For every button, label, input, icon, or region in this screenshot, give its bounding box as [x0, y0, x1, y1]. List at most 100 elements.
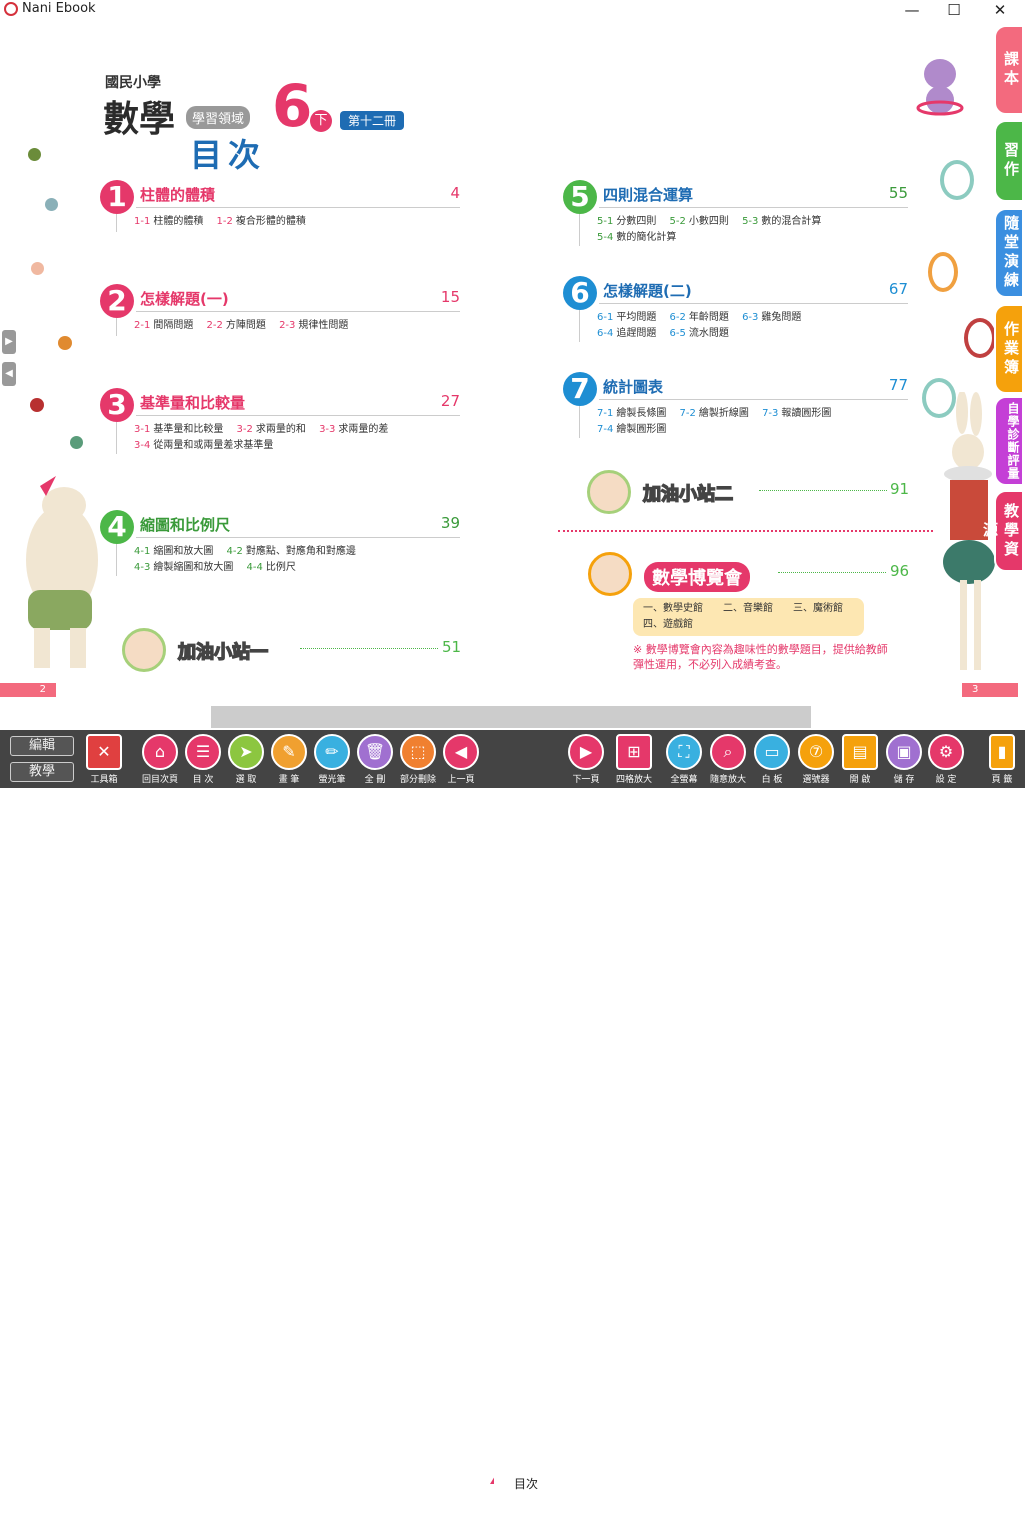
toc-heading: 目次	[190, 136, 267, 174]
folder-icon: ▤	[842, 734, 878, 770]
subsection[interactable]: 1-1 柱體的體積	[134, 214, 203, 230]
child-avatar-icon	[122, 628, 166, 672]
page-number-right: 3	[962, 683, 1018, 697]
chapter-rule	[136, 207, 460, 208]
grid-zoom-button[interactable]: ⊞ 四格放大	[614, 734, 654, 785]
settings-button[interactable]: ⚙ 設 定	[926, 734, 966, 785]
subsection[interactable]: 7-3 報讀圓形圖	[762, 406, 831, 422]
chapter-4[interactable]: 4 縮圖和比例尺 39 4-1 縮圖和放大圖 4-2 對應點、對應角和對應邊 4-3…	[100, 510, 460, 582]
station-page: 91	[890, 480, 910, 498]
subsection[interactable]: 4-3 繪製縮圖和放大圖	[134, 560, 233, 576]
subsection[interactable]: 6-1 平均問題	[597, 310, 656, 326]
station-2[interactable]: 加油小站二 91	[587, 470, 910, 518]
dotted-leader	[300, 648, 438, 649]
page-forward-arrow-icon[interactable]: ▶	[2, 330, 16, 354]
chapter-title: 基準量和比較量	[140, 394, 246, 412]
prev-page-button[interactable]: ◀ 上一頁	[441, 734, 481, 785]
fullscreen-button[interactable]: ⛶ 全螢幕	[664, 734, 704, 785]
chapter-page: 39	[440, 514, 460, 532]
next-page-button[interactable]: ▶ 下一頁	[566, 734, 606, 785]
subsection[interactable]: 7-1 繪製長條圖	[597, 406, 666, 422]
chapter-vline	[579, 310, 580, 342]
tab-homework[interactable]: 作業簿	[994, 304, 1024, 394]
subsection[interactable]: 3-2 求兩量的和	[237, 422, 306, 438]
tab-practice[interactable]: 隨堂演練	[994, 208, 1024, 298]
chapter-3[interactable]: 3 基準量和比較量 27 3-1 基準量和比較量 3-2 求兩量的和 3-3 求兩量的…	[100, 388, 460, 460]
subsection[interactable]: 2-2 方陣問題	[207, 318, 266, 334]
subsection[interactable]: 3-3 求兩量的差	[319, 422, 388, 438]
chapter-number: 2	[100, 284, 134, 318]
teach-mode-button[interactable]: 教學	[10, 762, 74, 782]
subsection[interactable]: 7-2 繪製折線圖	[680, 406, 749, 422]
chapter-rule	[599, 207, 908, 208]
subsection[interactable]: 1-2 複合形體的體積	[217, 214, 306, 230]
chapter-7[interactable]: 7 統計圖表 77 7-1 繪製長條圖 7-2 繪製折線圖 7-3 報讀圓形圖 7-4…	[563, 372, 908, 444]
save-button[interactable]: ▣ 儲 存	[884, 734, 924, 785]
chapter-vline	[579, 406, 580, 438]
tab-textbook[interactable]: 課本	[994, 25, 1024, 115]
tab-self-assessment[interactable]: 自學診斷評量	[994, 396, 1024, 486]
clear-all-button[interactable]: 🗑 全 刪	[355, 734, 395, 785]
number-picker-button[interactable]: ⑦ 選號器	[796, 734, 836, 785]
maximize-button[interactable]: ☐	[934, 0, 974, 20]
subsection[interactable]: 6-2 年齡問題	[670, 310, 729, 326]
partial-erase-button[interactable]: ⬚ 部分刪除	[398, 734, 438, 785]
toc-home-button[interactable]: ⌂ 回目次頁	[140, 734, 180, 785]
cursor-icon: ➤	[228, 734, 264, 770]
toc-button[interactable]: ☰ 目 次	[183, 734, 223, 785]
chapter-6[interactable]: 6 怎樣解題(二) 67 6-1 平均問題 6-2 年齡問題 6-3 雞兔問題 6-4…	[563, 276, 908, 348]
toolbox-button[interactable]: ✕ 工具箱	[84, 734, 124, 785]
chapter-rule	[136, 537, 460, 538]
chapter-vline	[116, 422, 117, 454]
title-bar: Nani Ebook — ☐ ✕	[0, 0, 1025, 20]
ball-icon	[30, 398, 44, 412]
bookmark-icon: ▮	[989, 734, 1015, 770]
page-back-arrow-icon[interactable]: ◀	[2, 362, 16, 386]
ball-icon	[31, 262, 44, 275]
chapter-5[interactable]: 5 四則混合運算 55 5-1 分數四則 5-2 小數四則 5-3 數的混合計算 5-…	[563, 180, 908, 252]
station-3[interactable]: 數學博覽會 96	[588, 552, 910, 600]
highlighter-button[interactable]: ✏ 螢光筆	[312, 734, 352, 785]
subsection[interactable]: 2-3 規律性問題	[279, 318, 348, 334]
subsection[interactable]: 4-1 縮圖和放大圖	[134, 544, 213, 560]
bookmark-button[interactable]: ▮ 頁 籤	[982, 734, 1022, 785]
school-level: 國民小學	[105, 75, 161, 91]
subsection[interactable]: 2-1 間隔問題	[134, 318, 193, 334]
section-divider	[558, 530, 933, 532]
chapter-1[interactable]: 1 柱體的體積 4 1-1 柱體的體積 1-2 複合形體的體積	[100, 180, 460, 234]
open-button[interactable]: ▤ 開 啟	[840, 734, 880, 785]
subsection[interactable]: 3-4 從兩量和或兩量差求基準量	[134, 438, 273, 454]
subsection[interactable]: 7-4 繪製圓形圖	[597, 422, 666, 438]
next-page-icon: ▶	[568, 734, 604, 770]
pen-button[interactable]: ✎ 畫 筆	[269, 734, 309, 785]
number-picker-icon: ⑦	[798, 734, 834, 770]
tab-workbook[interactable]: 習作	[994, 120, 1024, 202]
station-page: 96	[890, 562, 910, 580]
edit-mode-button[interactable]: 編輯	[10, 736, 74, 756]
station-1[interactable]: 加油小站一 51	[122, 628, 462, 676]
whiteboard-button[interactable]: ▭ 白 板	[752, 734, 792, 785]
close-button[interactable]: ✕	[980, 0, 1020, 20]
chapter-number: 1	[100, 180, 134, 214]
minimize-button[interactable]: —	[892, 0, 932, 20]
subsection[interactable]: 5-3 數的混合計算	[742, 214, 821, 230]
subsection[interactable]: 6-4 追趕問題	[597, 326, 656, 342]
subsection[interactable]: 4-2 對應點、對應角和對應邊	[227, 544, 356, 560]
horizontal-scrollbar[interactable]	[211, 706, 811, 728]
subsection[interactable]: 6-3 雞兔問題	[742, 310, 801, 326]
subsection[interactable]: 3-1 基準量和比較量	[134, 422, 223, 438]
subsection[interactable]: 4-4 比例尺	[247, 560, 296, 576]
subsection[interactable]: 5-2 小數四則	[670, 214, 729, 230]
chapter-title: 統計圖表	[603, 378, 664, 396]
subsection[interactable]: 6-5 流水問題	[670, 326, 729, 342]
chapter-vline	[116, 214, 117, 232]
tab-teaching-resources[interactable]: 教學資源	[981, 490, 1024, 572]
partial-erase-icon: ⬚	[400, 734, 436, 770]
chapter-title: 縮圖和比例尺	[140, 516, 231, 534]
subsection[interactable]: 5-1 分數四則	[597, 214, 656, 230]
page-select-dropdown[interactable]: 目次	[494, 1473, 558, 1495]
free-zoom-button[interactable]: ⌕ 隨意放大	[708, 734, 748, 785]
select-button[interactable]: ➤ 選 取	[226, 734, 266, 785]
subsection[interactable]: 5-4 數的簡化計算	[597, 230, 676, 246]
chapter-2[interactable]: 2 怎樣解題(一) 15 2-1 間隔問題 2-2 方陣問題 2-3 規律性問題	[100, 284, 460, 338]
